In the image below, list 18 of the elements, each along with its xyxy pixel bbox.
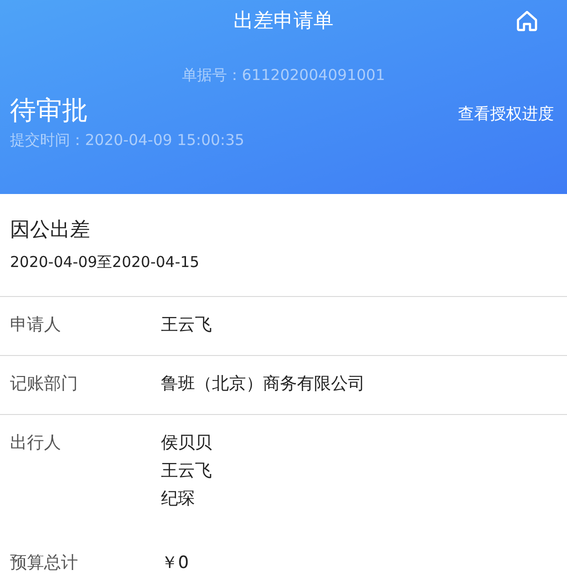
field-value: 王云飞 [161,460,212,483]
field-value: 纪琛 [161,488,195,511]
field-value: ￥0 [161,552,189,575]
field-value: 侯贝贝 [161,432,212,455]
document-number: 单据号：611202004091001 [182,65,386,85]
field-label: 记账部门 [10,374,78,394]
field-label: 出行人 [10,433,61,453]
view-progress-link[interactable]: 查看授权进度 [458,102,554,126]
home-icon[interactable] [515,9,539,33]
field-value: 王云飞 [161,314,212,337]
trip-dates: 2020-04-09至2020-04-15 [10,253,200,271]
field-label: 申请人 [10,315,61,335]
submit-time: 提交时间：2020-04-09 15:00:35 [10,131,244,149]
field-value: 鲁班（北京）商务有限公司 [161,373,365,396]
approval-status: 待审批 [10,95,88,128]
trip-type: 因公出差 [10,217,90,241]
field-label: 预算总计 [10,553,78,573]
page-title: 出差申请单 [234,7,334,34]
